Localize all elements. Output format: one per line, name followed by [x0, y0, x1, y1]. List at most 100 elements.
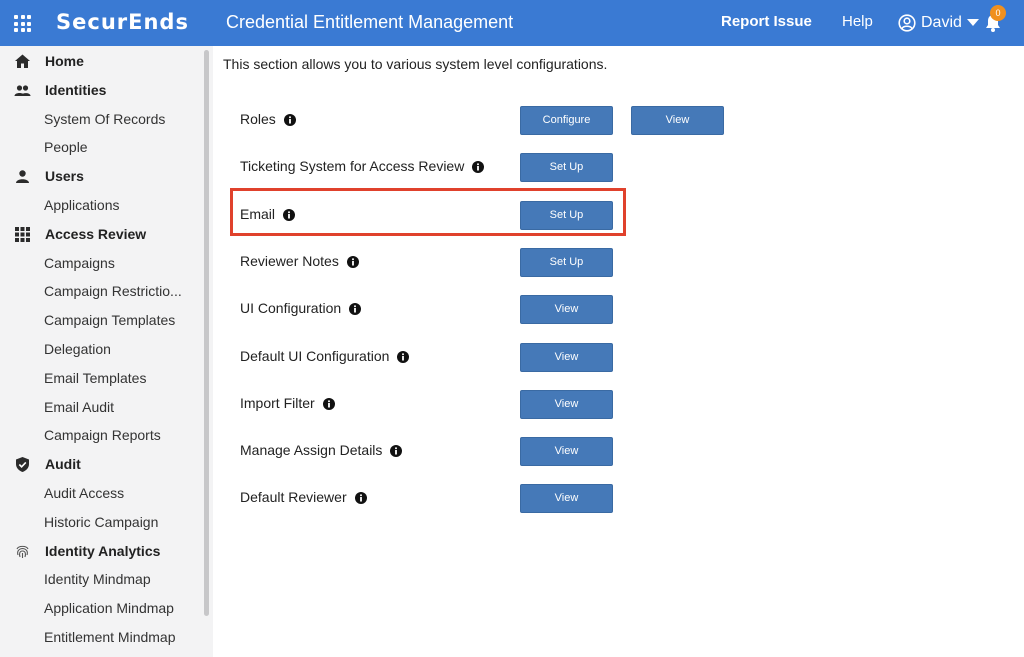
app-grid-icon[interactable]	[14, 15, 31, 32]
config-row-reviewer-notes: Reviewer Notes Set Up	[240, 247, 1020, 278]
sidebar-item-application-mindmap[interactable]: Application Mindmap	[0, 595, 200, 621]
user-menu[interactable]: David	[898, 12, 979, 34]
config-label-text: Email	[240, 205, 276, 222]
roles-view-button[interactable]: View	[631, 106, 724, 135]
sidebar-item-historic-campaign[interactable]: Historic Campaign	[0, 509, 200, 535]
info-icon[interactable]	[354, 491, 367, 505]
config-row-default-ui-configuration: Default UI Configuration View	[240, 342, 1020, 373]
info-icon[interactable]	[346, 255, 359, 268]
manage-assign-details-view-button[interactable]: View	[520, 437, 613, 467]
config-label: Import Filter	[240, 395, 335, 411]
sidebar-item-label: Audit	[45, 456, 81, 473]
sidebar-item-label: Users	[45, 168, 84, 185]
sidebar-item-label: Historic Campaign	[44, 513, 159, 530]
sidebar-item-label: Identity Analytics	[45, 542, 161, 559]
default-reviewer-view-button[interactable]: View	[520, 484, 613, 514]
config-label-text: Default UI Configuration	[240, 347, 390, 364]
config-label: Reviewer Notes	[240, 253, 359, 269]
info-icon[interactable]	[283, 113, 296, 126]
config-label-text: Import Filter	[240, 394, 315, 411]
sidebar-item-identity-analytics[interactable]: Identity Analytics	[0, 538, 200, 564]
sidebar-item-label: Campaign Restrictio...	[44, 283, 182, 300]
sidebar-item-label: Access Review	[45, 225, 147, 242]
config-row-manage-assign-details: Manage Assign Details View	[240, 437, 1020, 467]
roles-configure-button[interactable]: Configure	[520, 106, 613, 135]
config-label-text: Ticketing System for Access Review	[240, 158, 465, 175]
home-icon	[14, 53, 31, 70]
sidebar-item-label: Campaign Templates	[44, 312, 176, 329]
email-set-up-button[interactable]: Set Up	[520, 200, 613, 230]
sidebar-item-home[interactable]: Home	[0, 48, 200, 74]
help-link[interactable]: Help	[842, 13, 873, 30]
sidebar-item-label: Applications	[44, 197, 120, 213]
info-icon[interactable]	[397, 350, 410, 363]
sidebar-scrollbar[interactable]	[204, 50, 209, 616]
ui-configuration-view-button[interactable]: View	[520, 295, 613, 325]
sidebar-item-label: Audit Access	[44, 485, 125, 501]
sidebar-item-label: Identity Mindmap	[44, 571, 151, 588]
info-icon[interactable]	[472, 160, 485, 174]
sidebar-item-audit-access[interactable]: Audit Access	[0, 480, 200, 506]
config-row-default-reviewer: Default Reviewer View	[240, 484, 1020, 514]
info-icon[interactable]	[322, 397, 335, 410]
default-ui-configuration-view-button[interactable]: View	[520, 342, 613, 372]
people-icon	[14, 82, 31, 99]
sidebar-item-label: Application Mindmap	[44, 600, 174, 617]
sidebar-item-access-review[interactable]: Access Review	[0, 221, 200, 247]
sidebar-item-campaigns[interactable]: Campaigns	[0, 250, 200, 276]
sidebar-item-audit[interactable]: Audit	[0, 451, 200, 477]
sidebar-item-label: Identities	[45, 81, 107, 98]
config-label: Manage Assign Details	[240, 442, 403, 459]
page-title: Credential Entitlement Management	[226, 12, 514, 32]
sidebar-item-identity-mindmap[interactable]: Identity Mindmap	[0, 566, 200, 592]
config-label-text: Manage Assign Details	[240, 442, 383, 459]
sidebar-item-campaign-restrictio[interactable]: Campaign Restrictio...	[0, 278, 200, 304]
config-row-import-filter: Import Filter View	[240, 389, 1020, 420]
config-label: Default Reviewer	[240, 489, 367, 505]
top-bar: SecurEnds Credential Entitlement Managem…	[0, 0, 1024, 46]
import-filter-view-button[interactable]: View	[520, 389, 613, 419]
config-row-ui-configuration: UI Configuration View	[240, 295, 1020, 325]
config-label: Ticketing System for Access Review	[240, 158, 485, 175]
sidebar-item-people[interactable]: People	[0, 134, 200, 160]
config-row-email: Email Set Up	[240, 200, 1020, 231]
fingerprint-icon	[14, 543, 31, 560]
config-label-text: UI Configuration	[240, 300, 342, 317]
report-issue-link[interactable]: Report Issue	[721, 13, 812, 30]
sidebar-item-email-templates[interactable]: Email Templates	[0, 365, 200, 391]
main-content: This section allows you to various syste…	[213, 46, 1024, 657]
config-label-text: Default Reviewer	[240, 489, 347, 506]
config-label-text: Roles	[240, 111, 276, 127]
info-icon[interactable]	[390, 444, 403, 458]
sidebar-item-campaign-templates[interactable]: Campaign Templates	[0, 307, 200, 333]
config-label-text: Reviewer Notes	[240, 252, 339, 269]
user-circle-icon	[898, 14, 916, 32]
sidebar-item-label: Home	[45, 53, 84, 69]
logo[interactable]: SecurEnds	[56, 10, 189, 34]
sidebar-item-identities[interactable]: Identities	[0, 77, 200, 103]
reviewer-notes-set-up-button[interactable]: Set Up	[520, 247, 613, 277]
ticketing-system-for-access-review-set-up-button[interactable]: Set Up	[520, 153, 613, 183]
info-icon[interactable]	[283, 208, 296, 221]
sidebar-item-system-of-records[interactable]: System Of Records	[0, 106, 200, 132]
sidebar-item-label: Entitlement Mindmap	[44, 629, 176, 645]
shield-icon	[14, 456, 31, 473]
info-icon[interactable]	[349, 302, 362, 316]
sidebar-item-campaign-reports[interactable]: Campaign Reports	[0, 422, 200, 448]
notification-badge: 0	[990, 5, 1006, 21]
sidebar-item-label: Campaign Reports	[44, 427, 161, 444]
sidebar-item-entitlement-mindmap[interactable]: Entitlement Mindmap	[0, 624, 200, 650]
sidebar-item-delegation[interactable]: Delegation	[0, 336, 200, 362]
sidebar-item-label: People	[44, 139, 88, 156]
sidebar-item-label: Delegation	[44, 341, 111, 357]
sidebar-item-email-audit[interactable]: Email Audit	[0, 394, 200, 420]
config-row-ticketing-system-for-access-review: Ticketing System for Access Review Set Up	[240, 153, 1020, 183]
sidebar-item-label: Email Templates	[44, 369, 147, 386]
sidebar: Home Identities System Of Records People Use…	[0, 46, 213, 657]
sidebar-item-applications[interactable]: Applications	[0, 192, 200, 218]
user-icon	[14, 168, 31, 185]
config-row-roles: Roles Configure View	[240, 106, 1020, 136]
config-label: Roles	[240, 111, 296, 127]
sidebar-item-users[interactable]: Users	[0, 163, 200, 189]
sidebar-item-label: System Of Records	[44, 110, 166, 127]
